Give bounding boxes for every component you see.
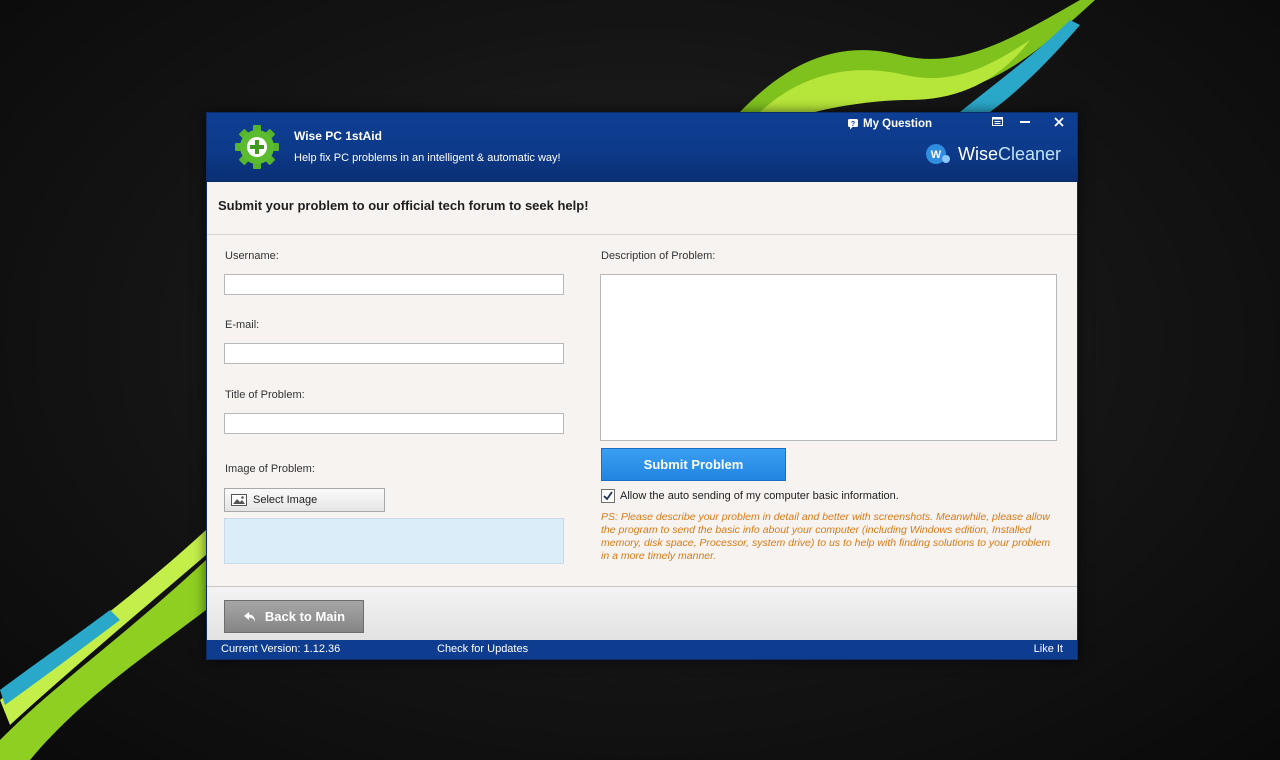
- problem-title-input[interactable]: [224, 413, 564, 434]
- checkmark-icon: [603, 491, 613, 501]
- brand-cleaner: Cleaner: [998, 143, 1062, 164]
- select-image-label: Select Image: [253, 494, 318, 506]
- email-input[interactable]: [224, 343, 564, 364]
- brand-wise: Wise: [958, 143, 998, 164]
- select-image-button[interactable]: Select Image: [224, 488, 385, 512]
- wisecleaner-brand: W WiseCleaner: [925, 143, 1061, 165]
- username-label: Username:: [225, 250, 279, 262]
- image-preview-area[interactable]: [224, 518, 564, 564]
- app-tagline: Help fix PC problems in an intelligent &…: [294, 152, 561, 164]
- close-button[interactable]: [1048, 113, 1070, 131]
- minimize-button[interactable]: [1014, 113, 1036, 131]
- username-input[interactable]: [224, 274, 564, 295]
- email-label: E-mail:: [225, 319, 260, 331]
- image-icon: [231, 494, 247, 506]
- menu-icon: [992, 117, 1003, 126]
- svg-text:?: ?: [851, 121, 855, 128]
- back-arrow-icon: [243, 611, 255, 622]
- my-question-button[interactable]: ? My Question: [847, 116, 932, 132]
- back-to-main-button[interactable]: Back to Main: [224, 600, 364, 633]
- close-icon: [1054, 117, 1064, 127]
- auto-send-label: Allow the auto sending of my computer ba…: [620, 490, 899, 502]
- status-bar: Current Version: 1.12.36 Check for Updat…: [207, 640, 1077, 659]
- wisecleaner-logo-icon: W: [926, 144, 950, 164]
- submit-problem-button[interactable]: Submit Problem: [601, 448, 786, 481]
- my-question-label: My Question: [863, 118, 933, 130]
- description-label: Description of Problem:: [601, 250, 716, 262]
- minimize-icon: [1020, 121, 1030, 123]
- app-name: Wise PC 1stAid: [294, 129, 382, 143]
- auto-send-option[interactable]: Allow the auto sending of my computer ba…: [601, 489, 899, 503]
- auto-send-checkbox[interactable]: [601, 489, 615, 503]
- heading-divider: [207, 234, 1077, 235]
- ps-note: PS: Please describe your problem in deta…: [601, 511, 1051, 562]
- menu-button[interactable]: [987, 113, 1009, 131]
- app-window: Wise PC 1stAid Help fix PC problems in a…: [206, 112, 1078, 660]
- page-heading: Submit your problem to our official tech…: [218, 198, 589, 213]
- green-gear-plus-icon: [235, 125, 279, 169]
- problem-image-label: Image of Problem:: [225, 463, 315, 475]
- question-bubble-icon: ?: [848, 119, 858, 130]
- like-it-link[interactable]: Like It: [1034, 643, 1063, 655]
- check-for-updates-link[interactable]: Check for Updates: [437, 643, 528, 655]
- title-bar[interactable]: Wise PC 1stAid Help fix PC problems in a…: [207, 113, 1077, 182]
- footer-bar: Back to Main: [207, 586, 1077, 641]
- wisecleaner-logo-letter: W: [931, 149, 942, 161]
- current-version: Current Version: 1.12.36: [221, 643, 341, 655]
- description-textarea[interactable]: [600, 274, 1057, 441]
- problem-title-label: Title of Problem:: [225, 389, 305, 401]
- back-to-main-label: Back to Main: [264, 609, 346, 624]
